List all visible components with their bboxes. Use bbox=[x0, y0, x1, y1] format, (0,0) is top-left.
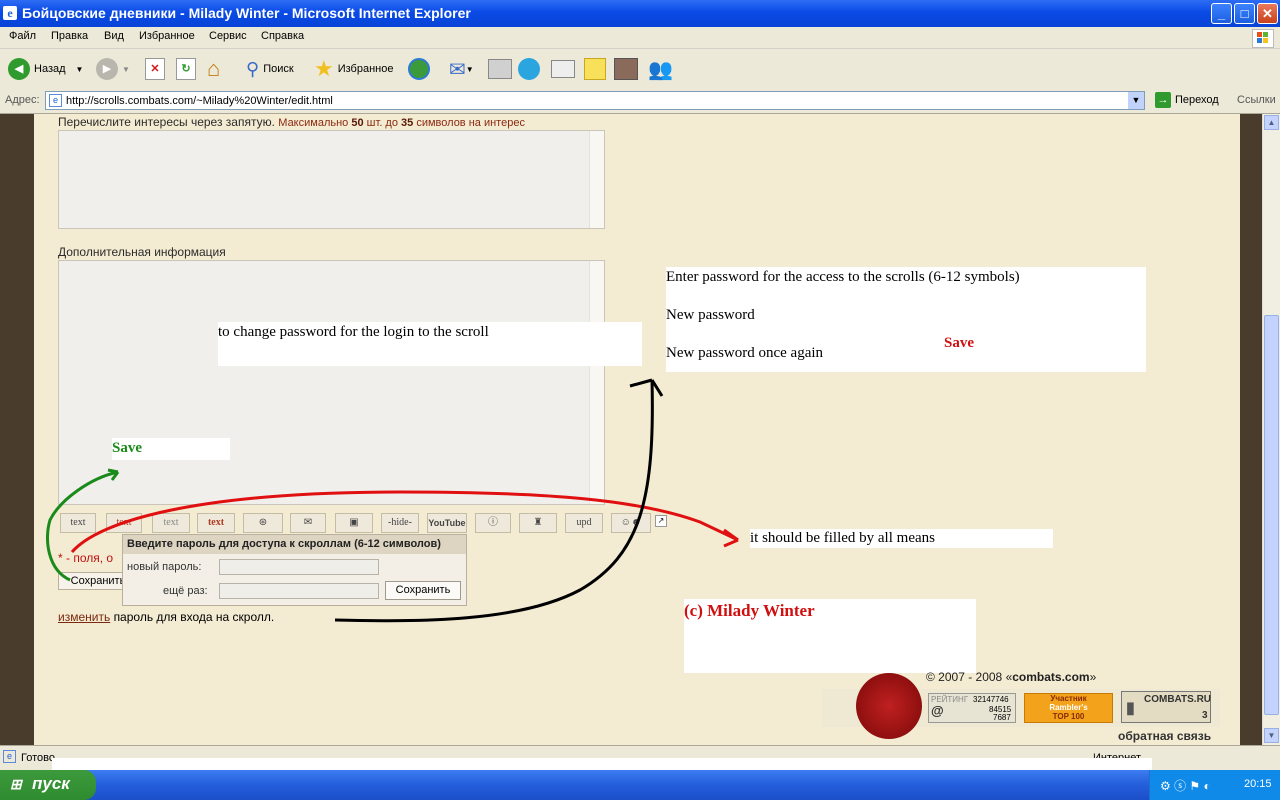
rambler-line2: Rambler's bbox=[1049, 703, 1088, 712]
copyright: © 2007 - 2008 «combats.com» bbox=[926, 670, 1096, 684]
tray-icons[interactable]: ⚙ ⓢ ⚑ ◐ bbox=[1160, 777, 1211, 794]
mailru-counter[interactable]: РЕЙТИНГ 32147746 84515 7687 @ bbox=[928, 693, 1016, 723]
copyright-site[interactable]: combats.com bbox=[1012, 670, 1089, 684]
combats-count: 3 bbox=[1202, 710, 1208, 721]
mailru-logo-icon: @ bbox=[931, 703, 944, 718]
start-button[interactable]: ⊞ пуск bbox=[0, 770, 96, 800]
green-arrow bbox=[46, 470, 119, 582]
windows-flag-icon: ⊞ bbox=[10, 776, 22, 792]
scroll-down-icon[interactable]: ▼ bbox=[1264, 728, 1279, 743]
system-tray: ⚙ ⓢ ⚑ ◐ 20:15 bbox=[1149, 770, 1280, 800]
copyright-pre: © 2007 - 2008 « bbox=[926, 670, 1013, 684]
combats-badge: COMBATS.RU bbox=[1144, 694, 1212, 705]
black-arrow-head bbox=[629, 378, 664, 397]
feedback-link[interactable]: обратная связь bbox=[1118, 729, 1211, 743]
rambler-line1: Участник bbox=[1050, 694, 1087, 703]
rambler-line3: TOP 100 bbox=[1052, 712, 1085, 721]
page-scrollbar[interactable]: ▲ ▼ bbox=[1262, 114, 1280, 745]
scroll-up-icon[interactable]: ▲ bbox=[1264, 115, 1279, 130]
bar-chart-icon: ▮ bbox=[1126, 700, 1135, 717]
clock: 20:15 bbox=[1244, 778, 1272, 790]
copyright-post: » bbox=[1089, 670, 1097, 684]
page-icon: e bbox=[3, 750, 16, 763]
start-label: пуск bbox=[32, 774, 70, 793]
mailru-id: 32147746 bbox=[973, 695, 1009, 704]
status-text: Готово bbox=[21, 752, 55, 764]
scroll-thumb[interactable] bbox=[1264, 315, 1279, 715]
mailru-n2: 7687 bbox=[993, 713, 1011, 722]
wax-seal-icon bbox=[856, 673, 922, 739]
rambler-counter[interactable]: Участник Rambler's TOP 100 bbox=[1024, 693, 1113, 723]
taskbar: ⊞ пуск ⚙ ⓢ ⚑ ◐ 20:15 bbox=[0, 770, 1280, 800]
combats-counter[interactable]: COMBATS.RU 3 ▮ bbox=[1121, 691, 1211, 723]
